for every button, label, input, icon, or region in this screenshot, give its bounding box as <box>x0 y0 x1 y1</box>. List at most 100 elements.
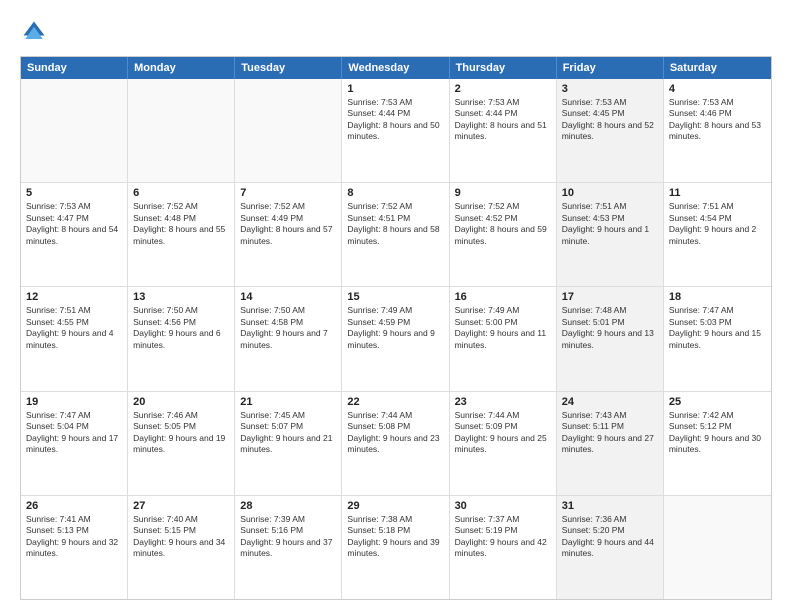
day-number: 22 <box>347 396 443 408</box>
day-number: 21 <box>240 396 336 408</box>
logo <box>20 18 52 46</box>
calendar-cell: 8 Sunrise: 7:52 AM Sunset: 4:51 PM Daylig… <box>342 183 449 286</box>
calendar-cell: 15 Sunrise: 7:49 AM Sunset: 4:59 PM Dayli… <box>342 287 449 390</box>
calendar-cell <box>235 79 342 182</box>
calendar-cell: 4 Sunrise: 7:53 AM Sunset: 4:46 PM Daylig… <box>664 79 771 182</box>
page: SundayMondayTuesdayWednesdayThursdayFrid… <box>0 0 792 612</box>
day-number: 13 <box>133 291 229 303</box>
calendar-cell: 1 Sunrise: 7:53 AM Sunset: 4:44 PM Daylig… <box>342 79 449 182</box>
calendar-cell: 27Sunrise: 7:40 AM Sunset: 5:15 PM Dayli… <box>128 496 235 599</box>
calendar-weekday-monday: Monday <box>128 57 235 79</box>
cell-text: Sunrise: 7:48 AM Sunset: 5:01 PM Dayligh… <box>562 305 658 351</box>
day-number: 26 <box>26 500 122 512</box>
calendar-cell: 14 Sunrise: 7:50 AM Sunset: 4:58 PM Dayli… <box>235 287 342 390</box>
day-number: 12 <box>26 291 122 303</box>
calendar-weekday-saturday: Saturday <box>664 57 771 79</box>
cell-text: Sunrise: 7:46 AM Sunset: 5:05 PM Dayligh… <box>133 410 229 456</box>
calendar-row-5: 26 Sunrise: 7:41 AM Sunset: 5:13 PM Dayli… <box>21 495 771 599</box>
day-number: 1 <box>347 83 443 95</box>
calendar-cell: 22 Sunrise: 7:44 AM Sunset: 5:08 PM Dayli… <box>342 392 449 495</box>
day-number: 10 <box>562 187 658 199</box>
calendar-cell <box>21 79 128 182</box>
cell-text: Sunrise: 7:53 AM Sunset: 4:45 PM Dayligh… <box>562 97 658 143</box>
calendar-cell: 19 Sunrise: 7:47 AM Sunset: 5:04 PM Dayli… <box>21 392 128 495</box>
calendar-weekday-sunday: Sunday <box>21 57 128 79</box>
calendar-weekday-tuesday: Tuesday <box>235 57 342 79</box>
calendar-cell: 31Sunrise: 7:36 AM Sunset: 5:20 PM Dayli… <box>557 496 664 599</box>
calendar-cell <box>664 496 771 599</box>
cell-text: Sunrise: 7:44 AM Sunset: 5:08 PM Dayligh… <box>347 410 443 456</box>
calendar-cell: 24 Sunrise: 7:43 AM Sunset: 5:11 PM Dayli… <box>557 392 664 495</box>
day-number: 8 <box>347 187 443 199</box>
cell-text: Sunrise: 7:39 AM Sunset: 5:16 PM Dayligh… <box>240 514 336 560</box>
day-number: 2 <box>455 83 551 95</box>
cell-text: Sunrise: 7:45 AM Sunset: 5:07 PM Dayligh… <box>240 410 336 456</box>
cell-text: Sunrise: 7:52 AM Sunset: 4:49 PM Dayligh… <box>240 201 336 247</box>
cell-text: Sunrise: 7:44 AM Sunset: 5:09 PM Dayligh… <box>455 410 551 456</box>
calendar-cell: 11Sunrise: 7:51 AM Sunset: 4:54 PM Dayli… <box>664 183 771 286</box>
calendar-cell: 5 Sunrise: 7:53 AM Sunset: 4:47 PM Daylig… <box>21 183 128 286</box>
day-number: 30 <box>455 500 551 512</box>
calendar-cell: 3 Sunrise: 7:53 AM Sunset: 4:45 PM Daylig… <box>557 79 664 182</box>
cell-text: Sunrise: 7:40 AM Sunset: 5:15 PM Dayligh… <box>133 514 229 560</box>
calendar-cell: 18Sunrise: 7:47 AM Sunset: 5:03 PM Dayli… <box>664 287 771 390</box>
calendar-body: 1 Sunrise: 7:53 AM Sunset: 4:44 PM Daylig… <box>21 79 771 599</box>
calendar-cell: 12 Sunrise: 7:51 AM Sunset: 4:55 PM Dayli… <box>21 287 128 390</box>
calendar-row-2: 5 Sunrise: 7:53 AM Sunset: 4:47 PM Daylig… <box>21 182 771 286</box>
calendar-cell: 29Sunrise: 7:38 AM Sunset: 5:18 PM Dayli… <box>342 496 449 599</box>
cell-text: Sunrise: 7:47 AM Sunset: 5:03 PM Dayligh… <box>669 305 766 351</box>
calendar-row-4: 19 Sunrise: 7:47 AM Sunset: 5:04 PM Dayli… <box>21 391 771 495</box>
cell-text: Sunrise: 7:52 AM Sunset: 4:51 PM Dayligh… <box>347 201 443 247</box>
day-number: 15 <box>347 291 443 303</box>
cell-text: Sunrise: 7:49 AM Sunset: 4:59 PM Dayligh… <box>347 305 443 351</box>
logo-icon <box>20 18 48 46</box>
day-number: 31 <box>562 500 658 512</box>
calendar: SundayMondayTuesdayWednesdayThursdayFrid… <box>20 56 772 600</box>
calendar-row-3: 12 Sunrise: 7:51 AM Sunset: 4:55 PM Dayli… <box>21 286 771 390</box>
calendar-cell: 2 Sunrise: 7:53 AM Sunset: 4:44 PM Daylig… <box>450 79 557 182</box>
cell-text: Sunrise: 7:52 AM Sunset: 4:48 PM Dayligh… <box>133 201 229 247</box>
header <box>20 18 772 46</box>
day-number: 4 <box>669 83 766 95</box>
day-number: 20 <box>133 396 229 408</box>
cell-text: Sunrise: 7:47 AM Sunset: 5:04 PM Dayligh… <box>26 410 122 456</box>
day-number: 7 <box>240 187 336 199</box>
calendar-cell: 20 Sunrise: 7:46 AM Sunset: 5:05 PM Dayli… <box>128 392 235 495</box>
day-number: 5 <box>26 187 122 199</box>
cell-text: Sunrise: 7:50 AM Sunset: 4:56 PM Dayligh… <box>133 305 229 351</box>
calendar-weekday-friday: Friday <box>557 57 664 79</box>
calendar-cell: 25 Sunrise: 7:42 AM Sunset: 5:12 PM Dayli… <box>664 392 771 495</box>
day-number: 19 <box>26 396 122 408</box>
day-number: 9 <box>455 187 551 199</box>
calendar-cell: 9 Sunrise: 7:52 AM Sunset: 4:52 PM Daylig… <box>450 183 557 286</box>
day-number: 28 <box>240 500 336 512</box>
day-number: 24 <box>562 396 658 408</box>
cell-text: Sunrise: 7:43 AM Sunset: 5:11 PM Dayligh… <box>562 410 658 456</box>
calendar-cell: 16Sunrise: 7:49 AM Sunset: 5:00 PM Dayli… <box>450 287 557 390</box>
cell-text: Sunrise: 7:42 AM Sunset: 5:12 PM Dayligh… <box>669 410 766 456</box>
cell-text: Sunrise: 7:53 AM Sunset: 4:47 PM Dayligh… <box>26 201 122 247</box>
day-number: 14 <box>240 291 336 303</box>
cell-text: Sunrise: 7:41 AM Sunset: 5:13 PM Dayligh… <box>26 514 122 560</box>
cell-text: Sunrise: 7:49 AM Sunset: 5:00 PM Dayligh… <box>455 305 551 351</box>
cell-text: Sunrise: 7:53 AM Sunset: 4:44 PM Dayligh… <box>347 97 443 143</box>
cell-text: Sunrise: 7:53 AM Sunset: 4:44 PM Dayligh… <box>455 97 551 143</box>
calendar-header: SundayMondayTuesdayWednesdayThursdayFrid… <box>21 57 771 79</box>
day-number: 25 <box>669 396 766 408</box>
calendar-cell: 26 Sunrise: 7:41 AM Sunset: 5:13 PM Dayli… <box>21 496 128 599</box>
cell-text: Sunrise: 7:37 AM Sunset: 5:19 PM Dayligh… <box>455 514 551 560</box>
calendar-cell: 30 Sunrise: 7:37 AM Sunset: 5:19 PM Dayli… <box>450 496 557 599</box>
calendar-weekday-wednesday: Wednesday <box>342 57 449 79</box>
calendar-cell: 21 Sunrise: 7:45 AM Sunset: 5:07 PM Dayli… <box>235 392 342 495</box>
calendar-cell: 7 Sunrise: 7:52 AM Sunset: 4:49 PM Daylig… <box>235 183 342 286</box>
calendar-cell: 13 Sunrise: 7:50 AM Sunset: 4:56 PM Dayli… <box>128 287 235 390</box>
day-number: 3 <box>562 83 658 95</box>
calendar-cell: 10Sunrise: 7:51 AM Sunset: 4:53 PM Dayli… <box>557 183 664 286</box>
cell-text: Sunrise: 7:51 AM Sunset: 4:55 PM Dayligh… <box>26 305 122 351</box>
cell-text: Sunrise: 7:50 AM Sunset: 4:58 PM Dayligh… <box>240 305 336 351</box>
day-number: 17 <box>562 291 658 303</box>
cell-text: Sunrise: 7:53 AM Sunset: 4:46 PM Dayligh… <box>669 97 766 143</box>
calendar-cell: 6Sunrise: 7:52 AM Sunset: 4:48 PM Daylig… <box>128 183 235 286</box>
cell-text: Sunrise: 7:38 AM Sunset: 5:18 PM Dayligh… <box>347 514 443 560</box>
cell-text: Sunrise: 7:52 AM Sunset: 4:52 PM Dayligh… <box>455 201 551 247</box>
